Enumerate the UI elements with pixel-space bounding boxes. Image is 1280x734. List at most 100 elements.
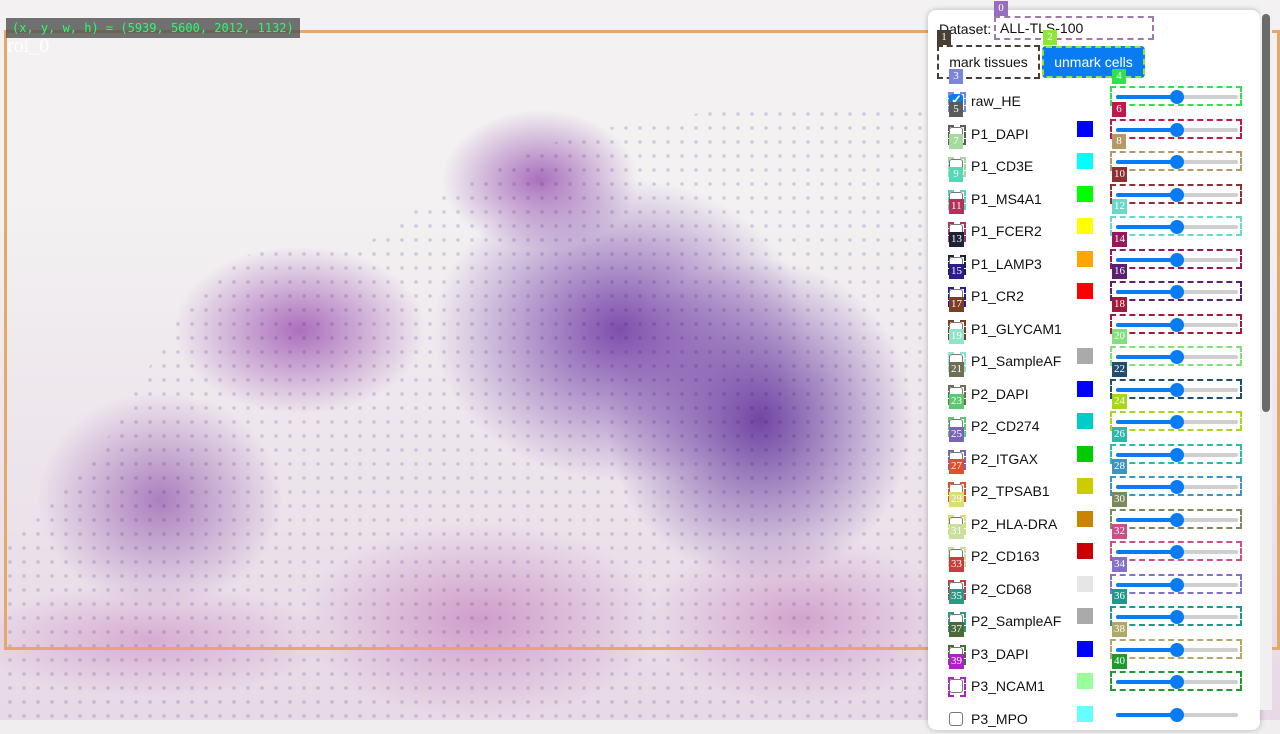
- channel-intensity-slider[interactable]: [1110, 444, 1242, 464]
- channel-intensity-slider[interactable]: [1110, 346, 1242, 366]
- channel-color-swatch[interactable]: [1077, 381, 1093, 397]
- annotation-tag: 35: [949, 589, 964, 604]
- slider-track[interactable]: [1116, 578, 1238, 592]
- slider-handle[interactable]: [1170, 513, 1184, 527]
- channel-intensity-slider[interactable]: [1110, 216, 1242, 236]
- channel-color-swatch[interactable]: [1077, 251, 1093, 267]
- channel-color-swatch[interactable]: [1077, 186, 1093, 202]
- slider-track[interactable]: [1116, 318, 1238, 332]
- channel-intensity-slider[interactable]: [1110, 541, 1242, 561]
- channel-color-swatch[interactable]: [1077, 673, 1093, 689]
- channel-intensity-slider[interactable]: [1110, 151, 1242, 171]
- slider-handle[interactable]: [1170, 318, 1184, 332]
- channel-intensity-slider[interactable]: [1110, 704, 1242, 724]
- channel-color-swatch[interactable]: [1077, 218, 1093, 234]
- channel-color-swatch[interactable]: [1077, 641, 1093, 657]
- channel-intensity-slider[interactable]: [1110, 86, 1242, 106]
- slider-fill: [1116, 615, 1177, 619]
- slider-track[interactable]: [1116, 350, 1238, 364]
- slider-track[interactable]: [1116, 643, 1238, 657]
- channel-color-swatch[interactable]: [1077, 348, 1093, 364]
- channel-color-swatch[interactable]: [1077, 121, 1093, 137]
- slider-track[interactable]: [1116, 123, 1238, 137]
- annotation-tag: 22: [1112, 362, 1127, 377]
- dataset-input[interactable]: [994, 16, 1154, 40]
- slider-track[interactable]: [1116, 285, 1238, 299]
- channel-intensity-slider[interactable]: [1110, 606, 1242, 626]
- slider-handle[interactable]: [1170, 643, 1184, 657]
- channel-row: 19 P1_SampleAF 20: [940, 329, 1250, 376]
- channel-intensity-slider[interactable]: [1110, 411, 1242, 431]
- panel-scrollbar-thumb[interactable]: [1262, 14, 1270, 412]
- channel-name: P2_CD163: [971, 548, 1040, 564]
- slider-handle[interactable]: [1170, 383, 1184, 397]
- slider-handle[interactable]: [1170, 675, 1184, 689]
- slider-fill: [1116, 95, 1177, 99]
- channel-intensity-slider[interactable]: [1110, 671, 1242, 691]
- channel-intensity-slider[interactable]: [1110, 379, 1242, 399]
- slider-track[interactable]: [1116, 610, 1238, 624]
- channel-intensity-slider[interactable]: [1110, 119, 1242, 139]
- slider-handle[interactable]: [1170, 155, 1184, 169]
- annotation-tag: 1: [937, 30, 951, 45]
- annotation-tag: 5: [949, 102, 963, 117]
- channel-color-swatch[interactable]: [1077, 413, 1093, 429]
- channel-color-swatch[interactable]: [1077, 316, 1093, 332]
- slider-track[interactable]: [1116, 220, 1238, 234]
- slider-track[interactable]: [1116, 480, 1238, 494]
- slider-handle[interactable]: [1170, 448, 1184, 462]
- channel-color-swatch[interactable]: [1077, 511, 1093, 527]
- channel-color-swatch[interactable]: [1077, 153, 1093, 169]
- channel-color-swatch[interactable]: [1077, 608, 1093, 624]
- channel-row: 37 P3_DAPI 38: [940, 622, 1250, 669]
- channel-checkbox[interactable]: [949, 679, 963, 693]
- channel-color-swatch[interactable]: [1077, 543, 1093, 559]
- slider-handle[interactable]: [1170, 90, 1184, 104]
- slider-track[interactable]: [1116, 253, 1238, 267]
- slider-handle[interactable]: [1170, 220, 1184, 234]
- annotation-tag: 25: [949, 427, 964, 442]
- slider-handle[interactable]: [1170, 350, 1184, 364]
- slider-handle[interactable]: [1170, 480, 1184, 494]
- slider-track[interactable]: [1116, 155, 1238, 169]
- slider-track[interactable]: [1116, 383, 1238, 397]
- slider-handle[interactable]: [1170, 188, 1184, 202]
- slider-handle[interactable]: [1170, 545, 1184, 559]
- channel-intensity-slider[interactable]: [1110, 281, 1242, 301]
- channel-row: 39 P3_NCAM1 40: [940, 654, 1250, 701]
- channel-row: 23 P2_CD274 24: [940, 394, 1250, 441]
- slider-handle[interactable]: [1170, 610, 1184, 624]
- channel-checkbox[interactable]: [949, 712, 963, 726]
- slider-handle[interactable]: [1170, 578, 1184, 592]
- slider-handle[interactable]: [1170, 253, 1184, 267]
- slider-track[interactable]: [1116, 90, 1238, 104]
- slider-handle[interactable]: [1170, 285, 1184, 299]
- channel-intensity-slider[interactable]: [1110, 639, 1242, 659]
- slider-track[interactable]: [1116, 188, 1238, 202]
- slider-fill: [1116, 323, 1177, 327]
- annotation-tag: 23: [949, 394, 964, 409]
- annotation-tag: 12: [1112, 199, 1127, 214]
- annotation-tag: 38: [1112, 622, 1127, 637]
- slider-handle[interactable]: [1170, 123, 1184, 137]
- channel-color-swatch[interactable]: [1077, 283, 1093, 299]
- annotation-tag: 6: [1112, 102, 1126, 117]
- slider-track[interactable]: [1116, 415, 1238, 429]
- channel-intensity-slider[interactable]: [1110, 574, 1242, 594]
- annotation-tag: 0: [994, 1, 1008, 16]
- channel-intensity-slider[interactable]: [1110, 509, 1242, 529]
- channel-intensity-slider[interactable]: [1110, 476, 1242, 496]
- channel-color-swatch[interactable]: [1077, 478, 1093, 494]
- slider-handle[interactable]: [1170, 415, 1184, 429]
- channel-color-swatch[interactable]: [1077, 576, 1093, 592]
- channel-intensity-slider[interactable]: [1110, 249, 1242, 269]
- channel-color-swatch[interactable]: [1077, 446, 1093, 462]
- slider-track[interactable]: [1116, 448, 1238, 462]
- slider-track[interactable]: [1116, 545, 1238, 559]
- slider-track[interactable]: [1116, 708, 1238, 722]
- unmark-cells-button[interactable]: unmark cells: [1042, 46, 1145, 78]
- slider-track[interactable]: [1116, 513, 1238, 527]
- slider-track[interactable]: [1116, 675, 1238, 689]
- channel-intensity-slider[interactable]: [1110, 184, 1242, 204]
- channel-intensity-slider[interactable]: [1110, 314, 1242, 334]
